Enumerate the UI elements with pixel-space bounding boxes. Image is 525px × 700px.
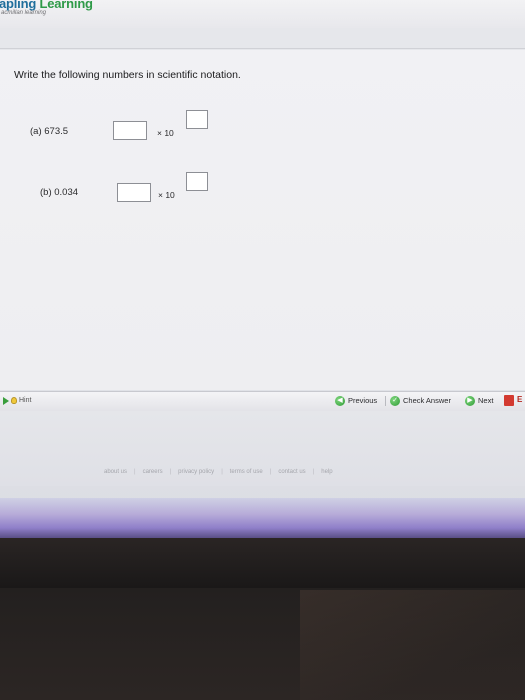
part-b-label: (b) 0.034 bbox=[40, 187, 79, 198]
footer-links: about us | careers | privacy policy | te… bbox=[97, 469, 340, 475]
footer-link-careers[interactable]: careers bbox=[136, 469, 170, 475]
brand-tagline: acmillan learning bbox=[1, 10, 47, 16]
desk-reflection bbox=[300, 590, 525, 700]
brand-name-part2: Learning bbox=[39, 0, 93, 11]
part-a-times-ten: × 10 bbox=[157, 128, 174, 138]
part-a-exponent-input[interactable] bbox=[186, 110, 208, 129]
part-b-coefficient-input[interactable] bbox=[117, 183, 151, 202]
part-b-times-ten: × 10 bbox=[158, 190, 175, 200]
check-answer-label: Check Answer bbox=[403, 396, 451, 405]
question-prompt: Write the following numbers in scientifi… bbox=[14, 69, 241, 81]
exit-icon[interactable] bbox=[504, 395, 514, 406]
part-a-coefficient-input[interactable] bbox=[113, 121, 147, 140]
footer-link-about[interactable]: about us bbox=[97, 469, 134, 475]
question-nav-bar: Hint ◀ Previous ✓ Check Answer ▶ Next E bbox=[0, 391, 525, 412]
check-icon: ✓ bbox=[390, 395, 400, 406]
nav-separator bbox=[385, 396, 386, 406]
footer-link-contact[interactable]: contact us bbox=[271, 469, 312, 475]
previous-button[interactable]: ◀ Previous bbox=[335, 392, 377, 409]
next-label: Next bbox=[478, 396, 494, 405]
next-button[interactable]: ▶ Next bbox=[465, 392, 493, 409]
screen-bottom-glow bbox=[0, 498, 525, 538]
previous-arrow-icon: ◀ bbox=[335, 395, 345, 406]
monitor-screen: apling Learning acmillan learning Write … bbox=[0, 0, 525, 508]
hint-label: Hint bbox=[19, 397, 32, 404]
question-panel bbox=[0, 50, 525, 390]
part-b-exponent-input[interactable] bbox=[186, 172, 208, 191]
footer-link-terms[interactable]: terms of use bbox=[223, 469, 270, 475]
footer-link-help[interactable]: help bbox=[314, 469, 339, 475]
expand-arrow-icon bbox=[3, 396, 9, 405]
header-divider bbox=[0, 28, 525, 52]
check-answer-button[interactable]: ✓ Check Answer bbox=[390, 392, 451, 409]
footer-link-privacy[interactable]: privacy policy bbox=[171, 469, 221, 475]
monitor-bezel bbox=[0, 538, 525, 588]
exit-label[interactable]: E bbox=[517, 395, 522, 404]
hint-button[interactable]: Hint bbox=[0, 392, 31, 409]
previous-label: Previous bbox=[348, 396, 378, 405]
lightbulb-icon bbox=[11, 397, 17, 404]
part-a-label: (a) 673.5 bbox=[30, 126, 69, 137]
next-arrow-icon: ▶ bbox=[465, 395, 475, 406]
site-header: apling Learning acmillan learning bbox=[0, 0, 525, 28]
photo-stage: apling Learning acmillan learning Write … bbox=[0, 0, 525, 700]
